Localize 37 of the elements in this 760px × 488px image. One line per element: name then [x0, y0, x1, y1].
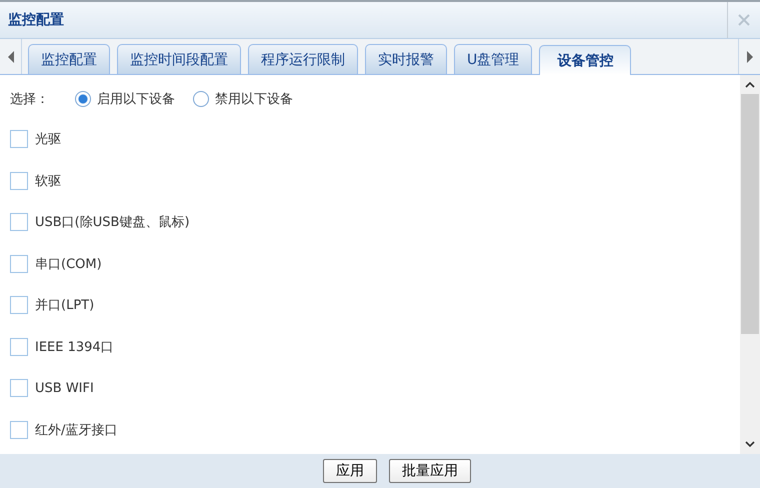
tab[interactable]: 监控时间段配置 — [117, 44, 241, 74]
checkbox[interactable] — [10, 254, 28, 272]
checkbox-label: USB WIFI — [35, 380, 94, 396]
scrollbar-thumb[interactable] — [741, 94, 759, 334]
checkbox-label: 软驱 — [35, 172, 61, 190]
checkbox[interactable] — [10, 172, 28, 190]
radio-label: 启用以下设备 — [97, 91, 175, 108]
checkbox[interactable] — [10, 420, 28, 438]
scroll-up-icon[interactable] — [745, 81, 755, 88]
radio-label: 禁用以下设备 — [215, 91, 293, 108]
tab[interactable]: 监控配置 — [28, 44, 110, 74]
apply-button[interactable]: 批量应用 — [389, 459, 471, 483]
checkbox-label: IEEE 1394口 — [35, 338, 114, 356]
checkbox-label: 红外/蓝牙接口 — [35, 422, 118, 438]
tab[interactable]: U盘管理 — [454, 44, 532, 74]
checkbox[interactable] — [10, 296, 28, 314]
right-triangle-icon[interactable] — [746, 50, 754, 64]
left-triangle-icon[interactable] — [6, 50, 14, 64]
checkbox[interactable] — [10, 338, 28, 356]
window-title: 监控配置 — [7, 11, 64, 29]
tab[interactable]: 实时报警 — [365, 44, 447, 74]
radio-button[interactable] — [193, 91, 209, 107]
apply-button[interactable]: 应用 — [323, 459, 377, 483]
checkbox[interactable] — [10, 130, 28, 148]
scrollbar[interactable] — [740, 75, 760, 454]
checkbox-label: 并口(LPT) — [35, 297, 94, 314]
checkbox-label: USB口(除USB键盘、鼠标) — [35, 214, 190, 231]
checkbox-label: 光驱 — [35, 131, 61, 148]
checkbox-label: 串口(COM) — [35, 256, 102, 272]
choice-label: 选择： — [10, 91, 49, 108]
close-icon[interactable] — [737, 14, 751, 26]
radio-button[interactable] — [75, 91, 91, 107]
scroll-down-icon[interactable] — [745, 441, 755, 448]
tab[interactable]: 程序运行限制 — [248, 44, 358, 74]
checkbox[interactable] — [10, 213, 28, 231]
tab[interactable]: 设备管控 — [539, 45, 632, 75]
checkbox[interactable] — [10, 379, 28, 397]
